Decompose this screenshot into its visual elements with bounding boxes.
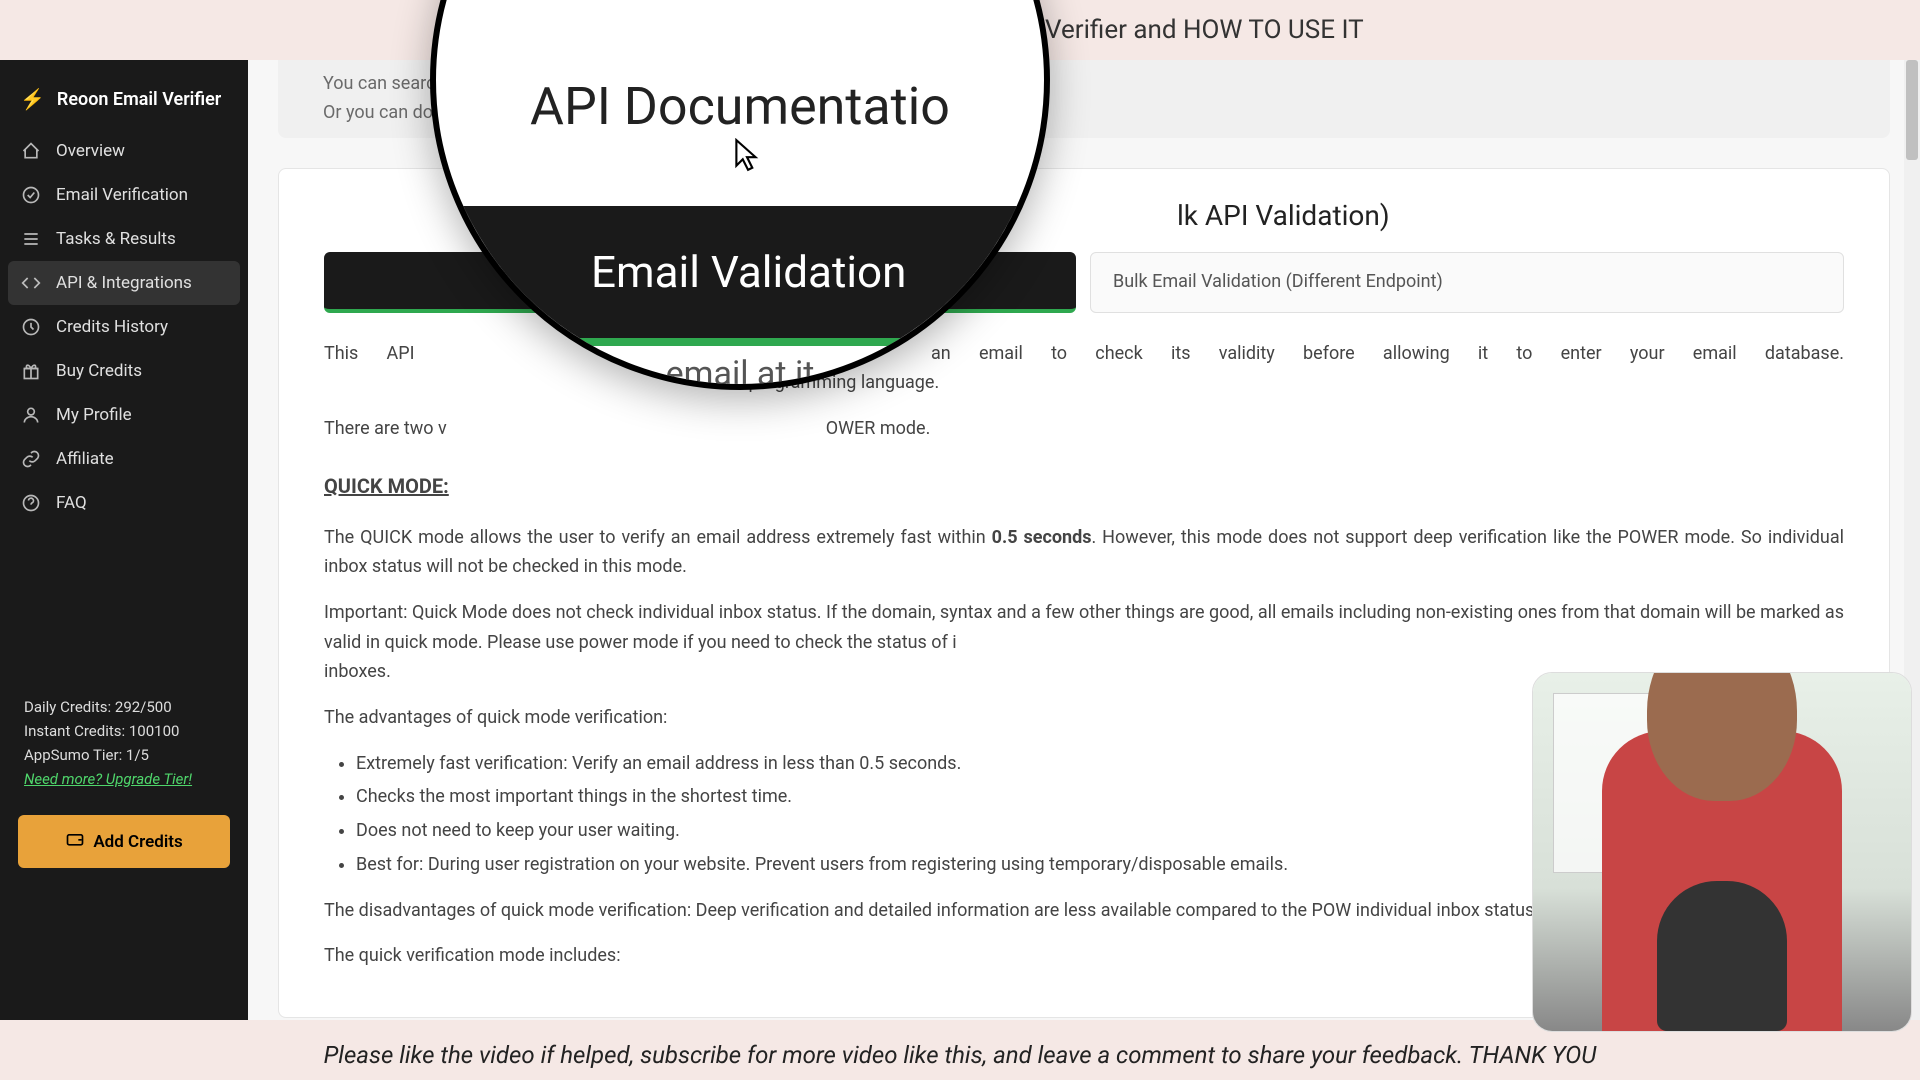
nav-tasks-results[interactable]: Tasks & Results: [0, 217, 248, 261]
wallet-icon: [65, 829, 85, 854]
nav-label: Overview: [56, 141, 125, 161]
appsumo-tier: AppSumo Tier: 1/5: [24, 743, 224, 767]
user-icon: [20, 405, 42, 425]
home-icon: [20, 141, 42, 161]
tab-bulk-label: Bulk Email Validation (Different Endpoin…: [1113, 271, 1443, 292]
magnified-tab-text: Email Validation: [591, 246, 906, 298]
bottom-banner: Please like the video if helped, subscri…: [0, 1030, 1920, 1080]
instant-credits: Instant Credits: 100100: [24, 719, 224, 743]
magnified-heading: API Documentatio: [436, 76, 1044, 137]
bolt-icon: ⚡: [20, 87, 45, 111]
bottom-banner-text: Please like the video if helped, subscri…: [324, 1041, 1597, 1069]
nav-buy-credits[interactable]: Buy Credits: [0, 349, 248, 393]
doc-title-visible: lk API Validation): [1177, 199, 1390, 232]
nav-affiliate[interactable]: Affiliate: [0, 437, 248, 481]
magnified-tab: Email Validation: [436, 206, 1044, 346]
link-icon: [20, 449, 42, 469]
scrollbar-thumb[interactable]: [1906, 60, 1918, 160]
credits-info: Daily Credits: 292/500 Instant Credits: …: [0, 695, 248, 801]
nav: Overview Email Verification Tasks & Resu…: [0, 129, 248, 525]
gift-icon: [20, 361, 42, 381]
tab-bulk-validation[interactable]: Bulk Email Validation (Different Endpoin…: [1090, 252, 1844, 313]
presenter-webcam: [1532, 672, 1912, 1032]
nav-credits-history[interactable]: Credits History: [0, 305, 248, 349]
nav-my-profile[interactable]: My Profile: [0, 393, 248, 437]
daily-credits: Daily Credits: 292/500: [24, 695, 224, 719]
add-credits-label: Add Credits: [93, 832, 182, 852]
nav-faq[interactable]: FAQ: [0, 481, 248, 525]
history-icon: [20, 317, 42, 337]
nav-api-integrations[interactable]: API & Integrations: [8, 261, 240, 305]
quick-mode-heading: QUICK MODE:: [324, 470, 449, 503]
list-icon: [20, 229, 42, 249]
nav-label: Email Verification: [56, 185, 188, 205]
nav-label: API & Integrations: [56, 273, 192, 293]
nav-overview[interactable]: Overview: [0, 129, 248, 173]
check-circle-icon: [20, 185, 42, 205]
upgrade-link[interactable]: Need more? Upgrade Tier!: [24, 770, 192, 788]
nav-label: FAQ: [56, 493, 87, 513]
nav-label: Credits History: [56, 317, 168, 337]
sidebar: ⚡ Reoon Email Verifier Overview Email Ve…: [0, 60, 248, 1020]
doc-p2: There are two v OWER mode.: [324, 414, 1844, 444]
nav-label: Tasks & Results: [56, 229, 176, 249]
add-credits-button[interactable]: Add Credits: [18, 815, 230, 868]
brand-name: Reoon Email Verifier: [57, 89, 221, 110]
presenter-person: [1533, 673, 1911, 1031]
nav-label: Affiliate: [56, 449, 114, 469]
help-icon: [20, 493, 42, 513]
code-icon: [20, 273, 42, 293]
cursor-icon: [734, 138, 760, 176]
nav-label: Buy Credits: [56, 361, 142, 381]
nav-email-verification[interactable]: Email Verification: [0, 173, 248, 217]
doc-p3: The QUICK mode allows the user to verify…: [324, 523, 1844, 582]
microphone-icon: [1657, 881, 1787, 1031]
magnifier-overlay: API Documentatio Email Validation email …: [430, 0, 1050, 390]
nav-label: My Profile: [56, 405, 132, 425]
brand[interactable]: ⚡ Reoon Email Verifier: [0, 75, 248, 129]
